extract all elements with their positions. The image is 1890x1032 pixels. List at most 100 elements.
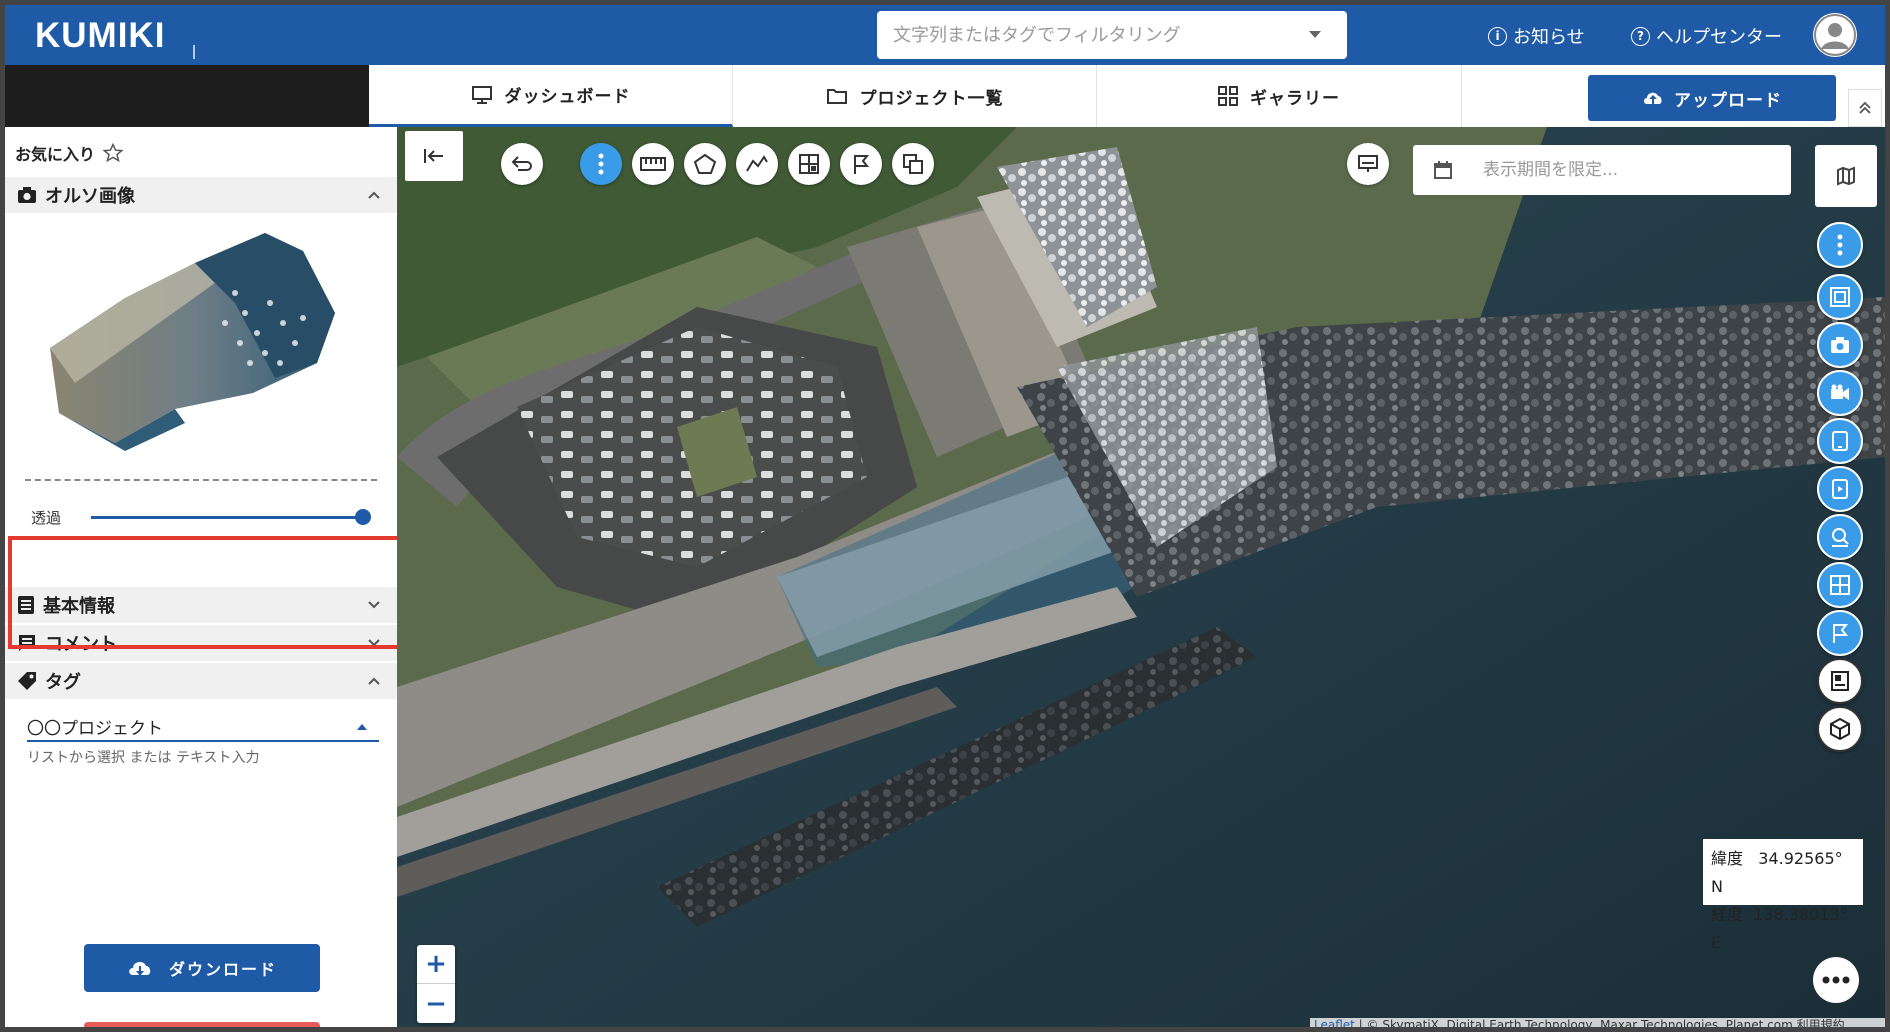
video-layer-button[interactable] <box>1817 370 1863 416</box>
leaflet-link[interactable]: Leaflet <box>1314 1018 1355 1027</box>
section-ortho-label: オルソ画像 <box>45 186 135 207</box>
ortho-layer-button[interactable] <box>1817 274 1863 320</box>
zoom-in-button[interactable]: + <box>417 945 455 984</box>
news-link[interactable]: i お知らせ <box>1488 23 1585 49</box>
upload-label: アップロード <box>1674 90 1782 111</box>
date-range-input[interactable] <box>1483 145 1773 195</box>
opacity-slider-track[interactable] <box>91 516 363 519</box>
section-tag-header[interactable]: タグ <box>5 663 397 699</box>
layout-icon <box>1830 575 1850 595</box>
chevron-up-icon <box>368 677 380 685</box>
return-icon <box>511 156 532 171</box>
tab-projects-label: プロジェクト一覧 <box>859 88 1004 109</box>
undo-tool-button[interactable] <box>501 143 543 185</box>
flag-tool-button[interactable] <box>840 143 882 185</box>
right-more-button[interactable] <box>1817 222 1863 268</box>
date-range-filter[interactable] <box>1413 145 1791 195</box>
compare-tool-button[interactable] <box>788 143 830 185</box>
cloud-upload-icon <box>1644 92 1662 104</box>
more-options-button[interactable] <box>1813 957 1859 1003</box>
attribution-text: | © SkymatiX, Digital Earth Technology, … <box>1354 1018 1845 1032</box>
user-avatar[interactable] <box>1813 13 1857 57</box>
flag-layer-button[interactable] <box>1817 610 1863 656</box>
cube-icon <box>1830 717 1850 741</box>
polyline-tool-button[interactable] <box>736 143 778 185</box>
news-label: お知らせ <box>1513 27 1585 48</box>
3d-view-button[interactable] <box>1817 706 1863 752</box>
zoom-out-button[interactable]: − <box>417 984 455 1023</box>
more-tools-button[interactable] <box>580 143 622 185</box>
map-layer-button[interactable] <box>1815 145 1877 207</box>
report-button[interactable] <box>1817 658 1863 704</box>
latitude-label: 緯度 <box>1711 849 1744 868</box>
chevron-down-icon[interactable] <box>1309 31 1321 38</box>
download-button[interactable]: ダウンロード <box>84 944 320 992</box>
measure-tool-button[interactable] <box>632 143 674 185</box>
copy-icon <box>903 154 923 174</box>
tab-gallery[interactable]: ギャラリー <box>1097 65 1462 127</box>
delete-button[interactable]: 削除 <box>84 1022 320 1027</box>
ortho-thumbnail[interactable] <box>35 223 375 453</box>
file-icon <box>1832 479 1848 499</box>
upload-button[interactable]: アップロード <box>1588 75 1836 121</box>
report-icon <box>1831 671 1849 691</box>
app-logo[interactable]: KUMIKI <box>35 16 165 56</box>
ruler-icon <box>640 157 666 171</box>
collapse-sidebar-button[interactable] <box>405 131 463 181</box>
copy-tool-button[interactable] <box>892 143 934 185</box>
camera-icon <box>18 187 36 203</box>
zoom-control: + − <box>417 945 455 1023</box>
tag-icon <box>18 672 36 690</box>
top-bar: KUMIKI i お知らせ ? ヘルプセンター <box>5 5 1885 65</box>
user-icon <box>1814 14 1856 56</box>
polygon-tool-button[interactable] <box>684 143 726 185</box>
calendar-icon <box>1434 161 1452 179</box>
tab-gallery-label: ギャラリー <box>1250 88 1340 109</box>
compare-layer-button[interactable] <box>1817 562 1863 608</box>
tab-dashboard[interactable]: ダッシュボード <box>369 65 733 127</box>
collapse-header-button[interactable] <box>1848 89 1882 127</box>
section-ortho-header[interactable]: オルソ画像 <box>5 177 397 213</box>
help-center-link[interactable]: ? ヘルプセンター <box>1631 23 1782 49</box>
search-icon <box>1832 528 1849 547</box>
tablet-icon <box>1832 431 1848 451</box>
video-camera-icon <box>1831 384 1849 400</box>
cloud-download-icon <box>129 962 151 976</box>
file-layer-button[interactable] <box>1817 466 1863 512</box>
satellite-imagery[interactable] <box>397 127 1885 1032</box>
opacity-slider-handle[interactable] <box>355 509 371 525</box>
monitor-icon <box>1358 155 1378 172</box>
favorites-toggle[interactable]: お気に入り <box>15 141 124 165</box>
tab-dashboard-label: ダッシュボード <box>504 87 631 107</box>
chevron-up-icon <box>368 191 380 199</box>
favorites-label: お気に入り <box>15 145 96 164</box>
map-view[interactable] <box>397 127 1885 1032</box>
star-icon[interactable] <box>103 143 124 163</box>
map-icon <box>1837 166 1855 186</box>
coordinate-readout: 緯度 34.92565° N 経度 138.38013° E <box>1703 839 1863 952</box>
flag-icon <box>1833 624 1849 643</box>
tab-projects[interactable]: プロジェクト一覧 <box>733 65 1097 127</box>
filter-search-input[interactable] <box>893 11 1293 59</box>
chevron-up-icon[interactable] <box>357 724 367 730</box>
latitude-row: 緯度 34.92565° N <box>1711 845 1855 901</box>
sidebar-header-strip <box>5 65 369 127</box>
layout-icon <box>799 154 819 174</box>
camera-icon <box>1831 337 1849 353</box>
document-layer-button[interactable] <box>1817 418 1863 464</box>
download-label: ダウンロード <box>168 960 277 979</box>
section-tag-label: タグ <box>45 672 81 693</box>
inspection-layer-button[interactable] <box>1817 514 1863 560</box>
opacity-label: 透過 <box>31 509 62 527</box>
photo-layer-button[interactable] <box>1817 322 1863 368</box>
polyline-icon <box>746 155 768 172</box>
display-tool-button[interactable] <box>1347 143 1389 185</box>
ellipsis-icon <box>1822 976 1850 984</box>
tag-input[interactable]: 〇〇プロジェクト <box>27 712 379 742</box>
double-chevron-up-icon <box>1859 101 1871 114</box>
grid-icon <box>1218 86 1238 106</box>
tag-section-highlight <box>8 536 404 649</box>
tag-input-hint: リストから選択 または テキスト入力 <box>27 750 260 766</box>
folder-icon <box>826 89 847 104</box>
filter-search[interactable] <box>877 11 1347 59</box>
